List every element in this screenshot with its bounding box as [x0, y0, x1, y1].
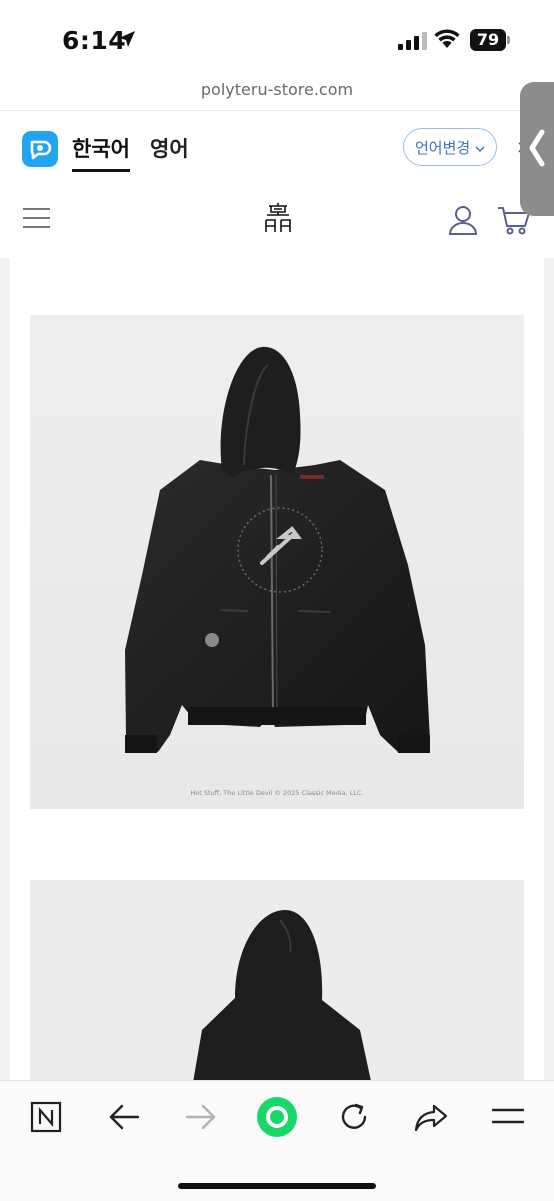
battery-indicator: 79 [470, 29, 506, 51]
tab-korean[interactable]: 한국어 [72, 133, 130, 163]
product-detail: Hot Stuff, The Little Devil © 2025 Class… [10, 258, 544, 1080]
naver-icon[interactable] [30, 1101, 62, 1133]
chevron-down-icon [475, 145, 485, 152]
reload-icon[interactable] [338, 1101, 370, 1133]
image-caption: Hot Stuff, The Little Devil © 2025 Class… [190, 789, 364, 797]
active-tab-underline [72, 169, 130, 172]
hamburger-menu-icon[interactable] [23, 208, 50, 235]
back-icon[interactable] [108, 1103, 140, 1131]
battery-tip [507, 36, 510, 44]
status-time: 6:14 [62, 26, 127, 55]
site-logo[interactable] [263, 202, 293, 236]
change-language-button[interactable]: 언어변경 [403, 128, 497, 166]
product-image-front[interactable]: Hot Stuff, The Little Devil © 2025 Class… [30, 315, 524, 809]
cellular-signal-icon [398, 32, 427, 50]
hoodie-front-illustration [125, 346, 430, 753]
page-content: Hot Stuff, The Little Devil © 2025 Class… [0, 258, 554, 1080]
tab-english[interactable]: 영어 [150, 133, 189, 163]
translate-bar: 한국어 영어 언어변경 × [0, 110, 554, 184]
side-drawer-handle[interactable] [520, 82, 554, 216]
forward-icon [185, 1104, 216, 1130]
menu-icon[interactable] [492, 1106, 524, 1128]
user-icon[interactable] [447, 204, 479, 236]
green-dot-icon[interactable] [256, 1096, 298, 1138]
product-image-back[interactable] [30, 880, 524, 1080]
share-icon[interactable] [414, 1103, 448, 1133]
location-arrow-icon [119, 31, 135, 47]
status-bar: 6:14 79 [0, 0, 554, 80]
papago-icon[interactable] [22, 131, 58, 167]
home-indicator[interactable] [178, 1183, 376, 1189]
url-bar[interactable]: polyteru-store.com [0, 80, 554, 110]
browser-toolbar [0, 1080, 554, 1201]
wifi-icon [434, 29, 460, 48]
hoodie-back-illustration [193, 910, 371, 1080]
chevron-left-icon [529, 129, 545, 167]
site-header [0, 182, 554, 259]
change-language-label: 언어변경 [415, 139, 471, 157]
